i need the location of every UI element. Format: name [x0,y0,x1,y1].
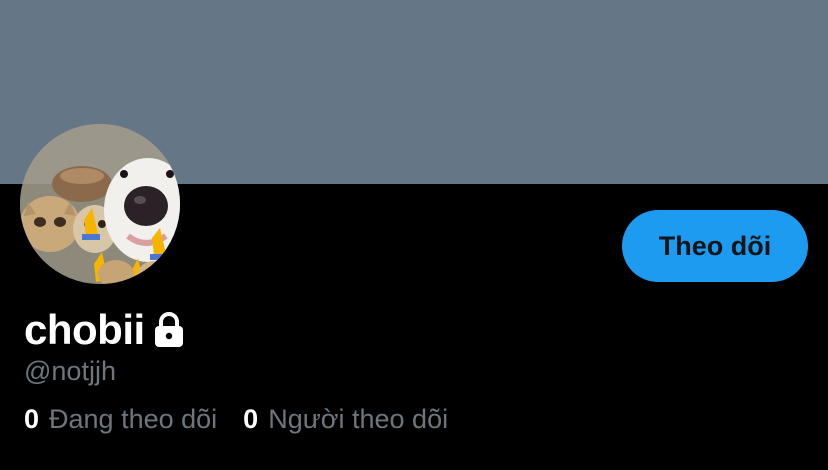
follow-button[interactable]: Theo dõi [622,210,808,282]
followers-count: 0 [243,404,259,434]
following-label: Đang theo dõi [49,404,218,434]
display-name: chobii [24,306,145,353]
following-stat[interactable]: 0 Đang theo dõi [24,404,217,435]
user-handle: @notjjh [24,356,116,386]
follow-stats: 0 Đang theo dõi 0 Người theo dõi [24,404,448,435]
lock-icon [153,312,185,348]
display-name-row: chobii [24,303,185,357]
following-count: 0 [24,404,40,434]
followers-stat[interactable]: 0 Người theo dõi [243,404,448,435]
profile-page: Theo dõi chobii @notjjh 0 Đang theo dõi … [0,0,828,470]
followers-label: Người theo dõi [268,404,449,434]
avatar-image [20,124,180,284]
profile-avatar[interactable] [20,124,180,284]
